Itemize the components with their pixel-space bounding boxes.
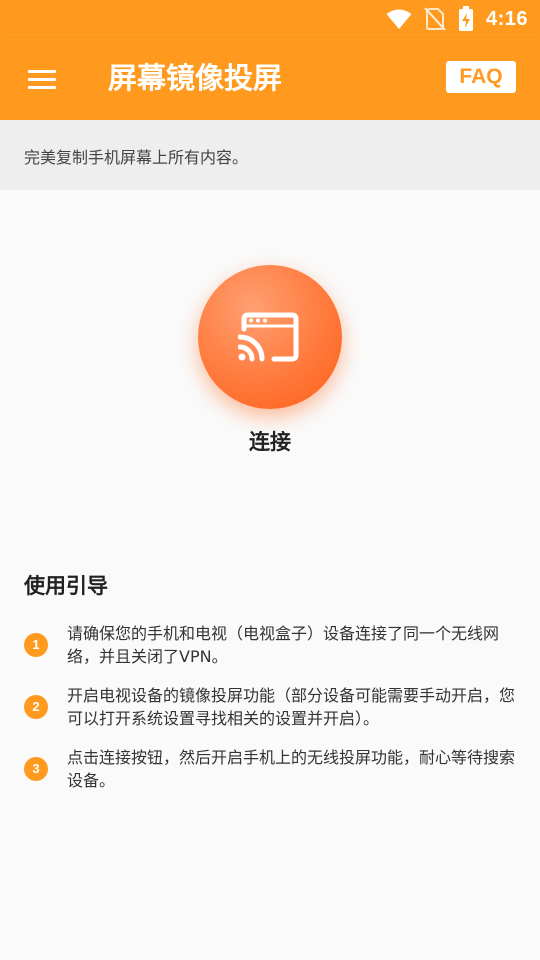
no-sim-icon <box>424 7 446 31</box>
status-bar: 4:16 <box>0 0 540 38</box>
step-number-badge: 2 <box>24 695 48 719</box>
subtitle-text: 完美复制手机屏幕上所有内容。 <box>24 148 249 167</box>
battery-charging-icon <box>458 6 473 31</box>
cast-screen-icon <box>238 312 299 362</box>
step-text: 点击连接按钮，然后开启手机上的无线投屏功能，耐心等待搜索设备。 <box>67 748 516 790</box>
step-text: 开启电视设备的镜像投屏功能（部分设备可能需要手动开启，您可以打开系统设置寻找相关… <box>67 686 516 728</box>
faq-button[interactable]: FAQ <box>446 61 516 93</box>
connect-circle[interactable] <box>198 265 342 409</box>
connect-label[interactable]: 连接 <box>0 426 540 456</box>
step-number-badge: 3 <box>24 757 48 781</box>
step-number-badge: 1 <box>24 633 48 657</box>
connect-button[interactable] <box>198 265 342 409</box>
status-time: 4:16 <box>485 7 528 30</box>
guide-title: 使用引导 <box>24 574 108 598</box>
status-icons: 4:16 <box>386 6 528 32</box>
subtitle-banner: 完美复制手机屏幕上所有内容。 <box>0 120 540 190</box>
step-text: 请确保您的手机和电视（电视盒子）设备连接了同一个无线网络，并且关闭了VPN。 <box>67 624 500 666</box>
app-title: 屏幕镜像投屏 <box>108 61 283 95</box>
app-bar: 屏幕镜像投屏 FAQ <box>0 38 540 120</box>
hamburger-menu-icon[interactable] <box>22 62 62 96</box>
wifi-icon <box>386 9 412 29</box>
